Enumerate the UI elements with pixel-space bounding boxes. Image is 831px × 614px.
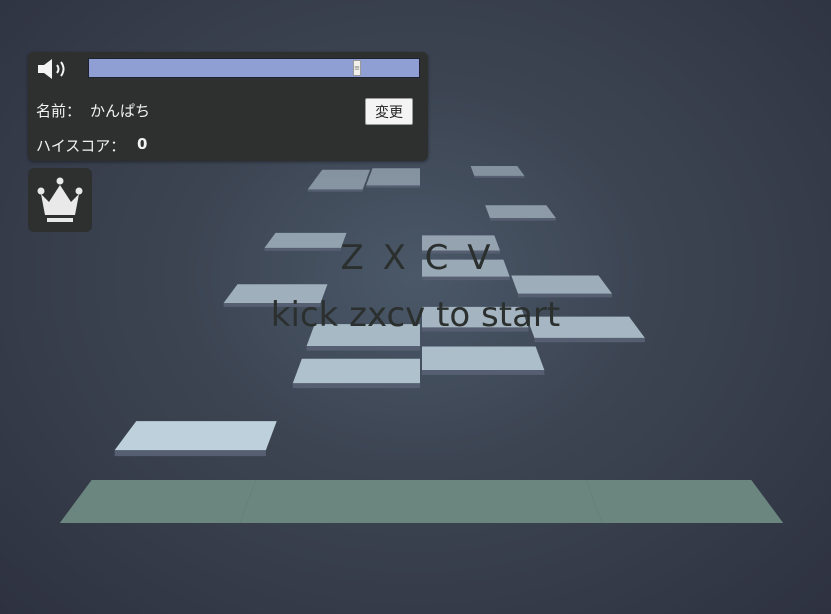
tile-side xyxy=(307,189,363,192)
tile xyxy=(470,165,525,176)
ranking-button[interactable] xyxy=(28,168,92,232)
highscore-value: 0 xyxy=(137,135,148,153)
tile-side xyxy=(474,175,525,178)
hit-lane-x xyxy=(239,480,421,523)
highscore-label: ハイスコア： xyxy=(36,137,126,155)
hit-lane-v xyxy=(586,480,784,523)
tile xyxy=(366,174,420,186)
start-instruction: kick zxcv to start xyxy=(270,295,561,335)
tile-side xyxy=(366,185,420,188)
tile-side xyxy=(534,337,645,343)
hit-lane-c xyxy=(421,480,603,523)
tile xyxy=(292,358,420,384)
tile xyxy=(314,169,370,180)
tile-side xyxy=(306,345,420,351)
volume-slider[interactable]: ≡ xyxy=(88,58,420,78)
tile xyxy=(422,346,545,371)
change-name-button[interactable]: 変更 xyxy=(365,98,413,125)
player-name: かんぱち xyxy=(90,102,151,120)
name-label: 名前： xyxy=(36,102,82,120)
tile-side xyxy=(114,450,266,457)
lane-keys-hint: Z X C V xyxy=(340,238,491,278)
tile xyxy=(307,178,367,190)
tile-side xyxy=(422,370,545,375)
tile xyxy=(511,275,613,294)
hit-lane-z xyxy=(59,480,256,523)
tile xyxy=(114,421,277,451)
tile-side xyxy=(292,383,420,389)
crown-icon xyxy=(37,177,83,222)
tile xyxy=(485,205,556,219)
volume-slider-thumb[interactable]: ≡ xyxy=(353,60,361,76)
speaker-icon[interactable] xyxy=(36,58,70,80)
settings-panel: ≡ 名前： かんぱち 変更 ハイスコア： 0 xyxy=(28,52,428,161)
tile-side xyxy=(489,218,556,221)
